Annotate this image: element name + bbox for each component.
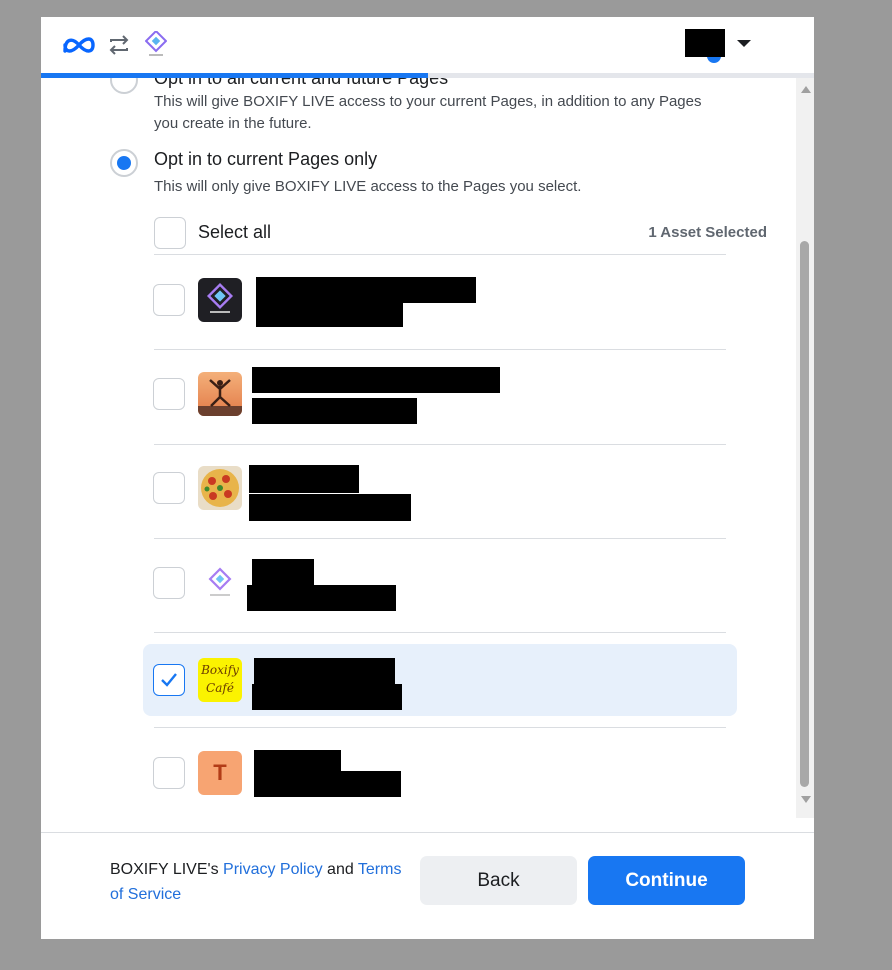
permissions-dialog: Opt in to all current and future Pages T… <box>41 17 814 939</box>
dialog-header <box>41 17 814 74</box>
yoga-photo-icon <box>198 372 242 416</box>
legal-and: and <box>322 861 358 878</box>
redacted-page-name <box>252 367 500 393</box>
page-row[interactable] <box>143 547 737 619</box>
boxify-cafe-logo-icon: Boxify Café <box>198 658 242 702</box>
continue-button[interactable]: Continue <box>588 856 745 905</box>
scroll-thumb[interactable] <box>800 241 809 787</box>
boxify-dark-logo-icon <box>198 278 242 322</box>
page-checkbox[interactable] <box>153 567 185 599</box>
redacted-page-details <box>252 398 417 424</box>
page-checkbox[interactable] <box>153 472 185 504</box>
page-row[interactable] <box>143 264 737 336</box>
page-checkbox-checked[interactable] <box>153 664 185 696</box>
checkmark-icon <box>161 673 177 687</box>
radio-current-pages[interactable] <box>110 149 138 177</box>
option-current-pages-description: This will only give BOXIFY LIVE access t… <box>154 178 582 195</box>
redacted-account-name <box>685 29 725 57</box>
divider <box>154 632 726 633</box>
select-all-checkbox[interactable] <box>154 217 186 249</box>
boxify-app-icon <box>145 31 167 56</box>
select-all-label: Select all <box>198 222 272 242</box>
redacted-page-name <box>254 658 395 686</box>
boxify-light-logo-icon <box>198 561 242 605</box>
divider <box>154 349 726 350</box>
scroll-down-arrow-icon[interactable] <box>801 796 811 803</box>
redacted-page-details <box>249 494 411 521</box>
asset-count: 1 Asset Selected <box>648 224 767 241</box>
redacted-page-name <box>254 750 341 772</box>
scrollbar[interactable] <box>796 78 814 818</box>
pizza-photo-icon <box>198 466 242 510</box>
page-row[interactable] <box>143 452 737 524</box>
page-checkbox[interactable] <box>153 284 185 316</box>
option-all-pages-description: This will give BOXIFY LIVE access to you… <box>154 93 702 132</box>
meta-logo-icon <box>63 37 95 53</box>
option-all-pages-title: Opt in to all current and future Pages <box>154 78 449 88</box>
divider <box>154 727 726 728</box>
page-row[interactable] <box>143 358 737 430</box>
divider <box>154 538 726 539</box>
redacted-page-name <box>249 465 359 493</box>
page-checkbox[interactable] <box>153 378 185 410</box>
scroll-content: Opt in to all current and future Pages T… <box>41 78 796 833</box>
redacted-page-details <box>247 585 396 611</box>
radio-all-pages[interactable] <box>110 78 138 94</box>
redacted-page-name <box>252 559 314 585</box>
redacted-page-name <box>256 277 476 303</box>
legal-text: BOXIFY LIVE's Privacy Policy and Terms o… <box>110 857 410 907</box>
page-checkbox[interactable] <box>153 757 185 789</box>
option-current-pages-title: Opt in to current Pages only <box>154 149 378 169</box>
privacy-policy-link[interactable]: Privacy Policy <box>223 861 323 878</box>
dialog-footer: BOXIFY LIVE's Privacy Policy and Terms o… <box>41 832 814 939</box>
page-row-selected[interactable]: Boxify Café <box>143 644 737 716</box>
switch-arrows-icon <box>109 35 129 55</box>
caret-down-icon <box>737 40 751 47</box>
legal-prefix: BOXIFY LIVE's <box>110 861 224 878</box>
divider <box>154 254 726 255</box>
back-button[interactable]: Back <box>420 856 577 905</box>
divider <box>154 444 726 445</box>
scroll-up-arrow-icon[interactable] <box>801 86 811 93</box>
page-row[interactable]: T <box>143 737 737 809</box>
letter-t-avatar-icon: T <box>198 751 242 795</box>
redacted-page-details <box>256 303 403 327</box>
redacted-page-details <box>254 771 401 797</box>
account-switcher[interactable] <box>681 27 753 63</box>
redacted-page-details <box>252 684 402 710</box>
